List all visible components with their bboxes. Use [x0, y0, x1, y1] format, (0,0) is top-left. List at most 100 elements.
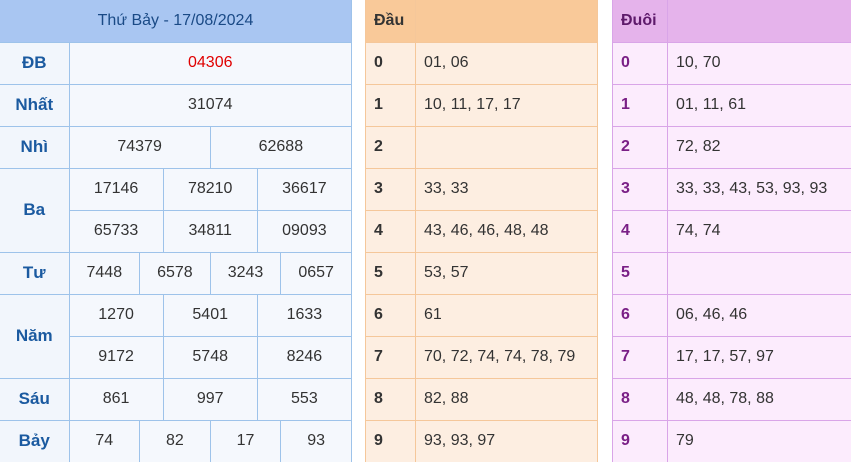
duoi-values: 72, 82	[667, 125, 851, 169]
dau-row: 0 01, 06	[365, 41, 598, 85]
duoi-key: 4	[612, 209, 668, 253]
prize-number-ba: 09093	[256, 209, 353, 253]
dau-row: 8 82, 88	[365, 377, 598, 421]
prize-number-tu: 6578	[139, 251, 211, 295]
duoi-values: 79	[667, 419, 851, 462]
prize-row-bay: Bảy 74 82 17 93	[0, 419, 352, 462]
duoi-key: 5	[612, 251, 668, 295]
prize-name-nhat: Nhất	[0, 83, 70, 127]
prize-name-ba: Ba	[0, 167, 70, 253]
prize-number-sau: 553	[256, 377, 353, 421]
dau-row: 5 53, 57	[365, 251, 598, 295]
duoi-values: 74, 74	[667, 209, 851, 253]
prize-row-db: ĐB 04306	[0, 41, 352, 85]
duoi-header-row: Đuôi	[612, 0, 851, 43]
duoi-key: 3	[612, 167, 668, 211]
prize-row-sau: Sáu 861 997 553	[0, 377, 353, 421]
dau-key: 2	[365, 125, 416, 169]
prize-number-bay: 82	[139, 419, 211, 462]
dau-row: 2	[365, 125, 598, 169]
duoi-row: 4 74, 74	[612, 209, 851, 253]
dau-header-blank	[415, 0, 598, 43]
dau-values: 10, 11, 17, 17	[415, 83, 598, 127]
prize-number-nam: 5401	[162, 293, 258, 337]
prize-number-nam: 1270	[68, 293, 164, 337]
dau-key: 1	[365, 83, 416, 127]
dau-values	[415, 125, 598, 169]
duoi-values: 01, 11, 61	[667, 83, 851, 127]
prize-name-bay: Bảy	[0, 419, 70, 462]
duoi-values: 33, 33, 43, 53, 93, 93	[667, 167, 851, 211]
prize-number-ba: 34811	[162, 209, 258, 253]
duoi-key: 6	[612, 293, 668, 337]
duoi-row: 8 48, 48, 78, 88	[612, 377, 851, 421]
prize-number-nhi: 62688	[209, 125, 353, 169]
duoi-row: 5	[612, 251, 851, 295]
dau-row: 1 10, 11, 17, 17	[365, 83, 598, 127]
dau-key: 0	[365, 41, 416, 85]
prize-number-ba: 65733	[68, 209, 164, 253]
prize-number-nam: 5748	[162, 335, 258, 379]
results-title: Thứ Bảy - 17/08/2024	[0, 0, 352, 43]
prize-name-db: ĐB	[0, 41, 70, 85]
dau-key: 4	[365, 209, 416, 253]
prize-number-ba: 78210	[162, 167, 258, 211]
duoi-loto-table: Đuôi 0 10, 70 1 01, 11, 61 2 72, 82 3 33, 33…	[612, 0, 851, 462]
prize-row-nam: Năm 1270 5401 1633	[0, 293, 353, 379]
dau-values: 93, 93, 97	[415, 419, 598, 462]
prize-row-nhat: Nhất 31074	[0, 83, 352, 127]
duoi-row: 3 33, 33, 43, 53, 93, 93	[612, 167, 851, 211]
dau-key: 6	[365, 293, 416, 337]
duoi-header-blank	[667, 0, 851, 43]
duoi-values: 06, 46, 46	[667, 293, 851, 337]
prize-number-bay: 17	[209, 419, 282, 462]
dau-key: 8	[365, 377, 416, 421]
prize-number-nam: 8246	[256, 335, 353, 379]
duoi-key: 7	[612, 335, 668, 379]
duoi-row: 2 72, 82	[612, 125, 851, 169]
dau-row: 7 70, 72, 74, 74, 78, 79	[365, 335, 598, 379]
dau-values: 43, 46, 46, 48, 48	[415, 209, 598, 253]
prize-number-ba: 17146	[68, 167, 164, 211]
prize-number-sau: 861	[68, 377, 164, 421]
dau-row: 3 33, 33	[365, 167, 598, 211]
duoi-row: 0 10, 70	[612, 41, 851, 85]
duoi-values	[667, 251, 851, 295]
dau-row: 6 61	[365, 293, 598, 337]
prize-name-tu: Tư	[0, 251, 70, 295]
duoi-key: 1	[612, 83, 668, 127]
dau-values: 70, 72, 74, 74, 78, 79	[415, 335, 598, 379]
duoi-row: 1 01, 11, 61	[612, 83, 851, 127]
dau-header: Đầu	[365, 0, 416, 43]
lottery-results-table: Thứ Bảy - 17/08/2024 ĐB 04306 Nhất 31074…	[0, 0, 353, 462]
duoi-key: 2	[612, 125, 668, 169]
duoi-key: 9	[612, 419, 668, 462]
dau-key: 7	[365, 335, 416, 379]
duoi-key: 0	[612, 41, 668, 85]
prize-number-db: 04306	[68, 41, 352, 85]
dau-values: 01, 06	[415, 41, 598, 85]
prize-number-bay: 74	[68, 419, 141, 462]
prize-number-nhi: 74379	[68, 125, 211, 169]
prize-number-nhat: 31074	[68, 83, 352, 127]
dau-key: 3	[365, 167, 416, 211]
prize-name-nhi: Nhì	[0, 125, 70, 169]
duoi-values: 48, 48, 78, 88	[667, 377, 851, 421]
prize-row-ba: Ba 17146 78210 36617	[0, 167, 353, 253]
dau-key: 9	[365, 419, 416, 462]
prize-number-nam: 1633	[256, 293, 353, 337]
dau-values: 82, 88	[415, 377, 598, 421]
dau-values: 53, 57	[415, 251, 598, 295]
duoi-values: 17, 17, 57, 97	[667, 335, 851, 379]
prize-number-sau: 997	[162, 377, 258, 421]
prize-row-tu: Tư 7448 6578 3243 0657	[0, 251, 352, 295]
duoi-header: Đuôi	[612, 0, 668, 43]
duoi-row: 6 06, 46, 46	[612, 293, 851, 337]
duoi-key: 8	[612, 377, 668, 421]
prize-row-nhi: Nhì 74379 62688	[0, 125, 353, 169]
prize-name-sau: Sáu	[0, 377, 70, 421]
prize-number-tu: 7448	[68, 251, 141, 295]
prize-number-tu: 0657	[280, 251, 352, 295]
prize-number-ba: 36617	[256, 167, 353, 211]
duoi-row: 7 17, 17, 57, 97	[612, 335, 851, 379]
